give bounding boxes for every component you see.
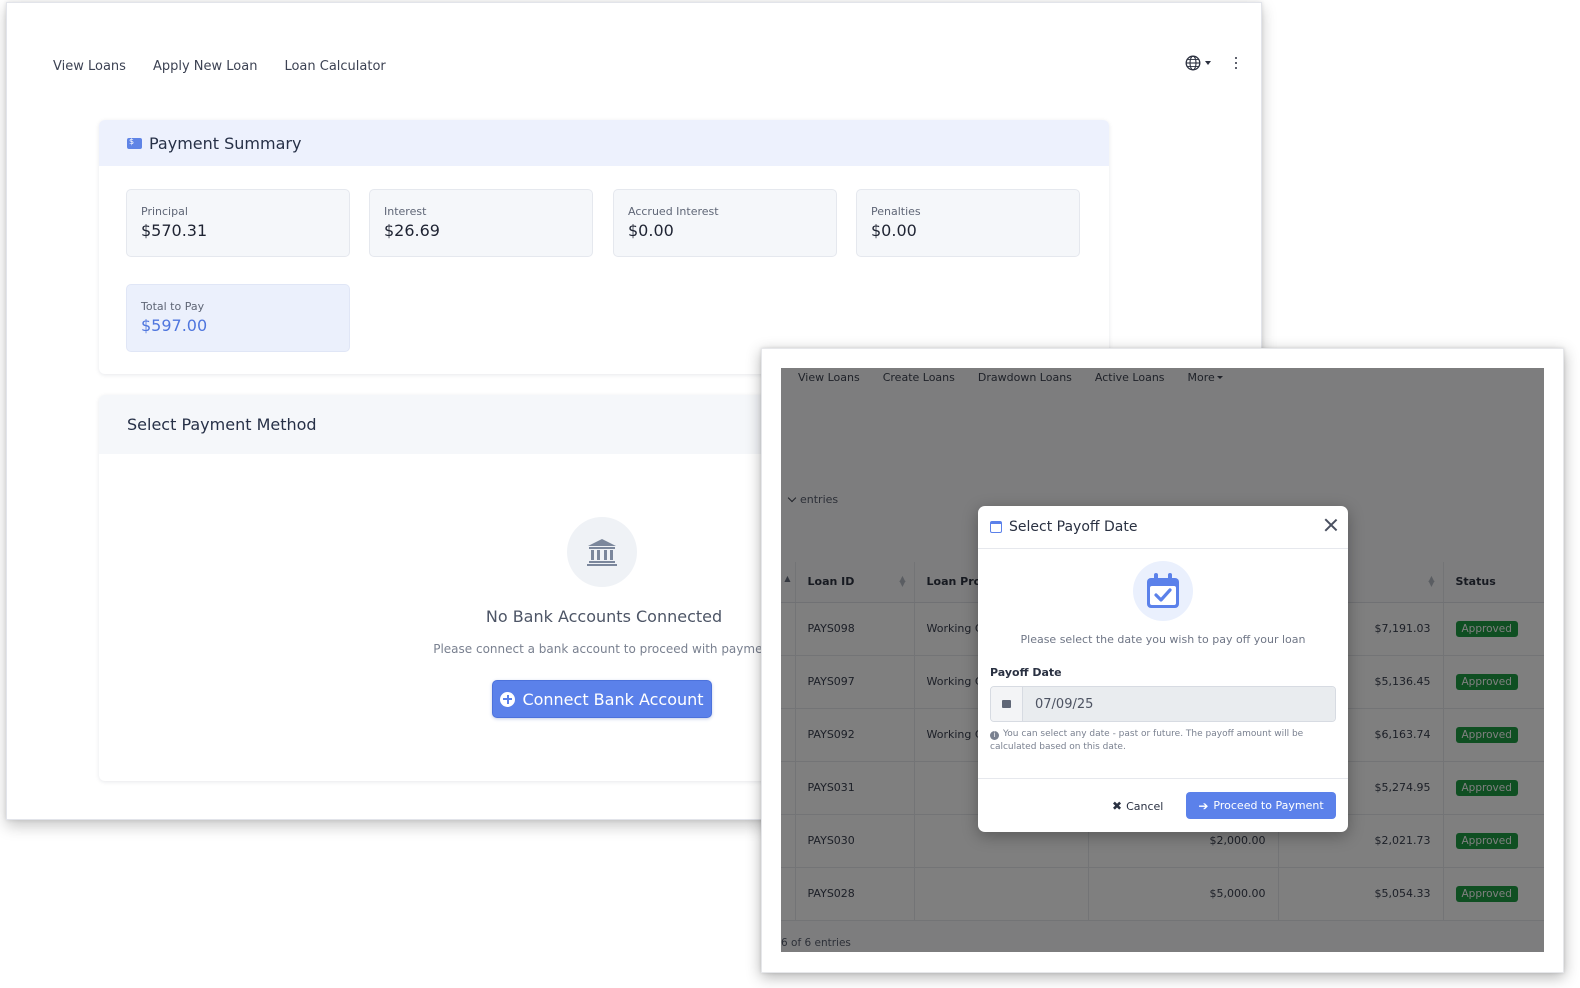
kebab-menu-icon[interactable] (1235, 57, 1237, 69)
modal-footer: ✖ Cancel ➔ Proceed to Payment (978, 778, 1348, 832)
close-icon[interactable] (1324, 518, 1338, 532)
payment-summary-title: Payment Summary (149, 133, 302, 153)
info-icon: i (990, 731, 999, 740)
principal-label: Principal (141, 205, 188, 218)
payment-summary-card: Payment Summary Principal $570.31 Intere… (99, 120, 1109, 374)
accrued-interest-box: Accrued Interest $0.00 (613, 189, 837, 257)
nav-loan-calculator[interactable]: Loan Calculator (284, 59, 385, 74)
calendar-check-icon (1147, 573, 1179, 608)
payoff-date-input[interactable] (1023, 687, 1335, 721)
payoff-date-label: Payoff Date (990, 666, 1062, 679)
calendar-icon (990, 521, 1002, 533)
language-selector[interactable] (1185, 55, 1211, 71)
accrued-interest-label: Accrued Interest (628, 205, 719, 218)
payoff-date-group (990, 686, 1336, 722)
penalties-box: Penalties $0.00 (856, 189, 1080, 257)
bank-icon-circle (567, 517, 637, 587)
penalties-value: $0.00 (871, 221, 917, 240)
proceed-to-payment-button[interactable]: ➔ Proceed to Payment (1186, 792, 1336, 819)
total-to-pay-label: Total to Pay (141, 300, 205, 313)
globe-icon (1185, 55, 1201, 71)
penalties-label: Penalties (871, 205, 921, 218)
money-bill-icon (127, 137, 142, 149)
loans-list-window: View Loans Create Loans Drawdown Loans A… (761, 348, 1564, 973)
principal-value: $570.31 (141, 221, 208, 240)
accrued-interest-value: $0.00 (628, 221, 674, 240)
calendar-check-icon-circle (1133, 561, 1193, 621)
connect-bank-account-button[interactable]: Connect Bank Account (492, 680, 712, 718)
interest-label: Interest (384, 205, 427, 218)
nav-view-loans[interactable]: View Loans (53, 59, 126, 74)
cancel-label: Cancel (1126, 799, 1164, 813)
nav-apply-new-loan[interactable]: Apply New Loan (153, 59, 258, 74)
connect-bank-account-label: Connect Bank Account (522, 689, 704, 709)
chevron-down-icon (1205, 61, 1211, 65)
total-to-pay-value: $597.00 (141, 316, 208, 335)
payoff-date-modal: Select Payoff Date Please select the dat… (978, 506, 1348, 832)
payoff-date-note: i You can select any date - past or futur… (990, 729, 1304, 752)
main-nav: View Loans Apply New Loan Loan Calculato… (53, 59, 386, 74)
plus-circle-icon (500, 691, 516, 707)
arrow-right-icon: ➔ (1198, 798, 1209, 813)
cancel-button[interactable]: ✖ Cancel (1112, 799, 1163, 813)
calendar-icon[interactable] (991, 687, 1023, 721)
principal-box: Principal $570.31 (126, 189, 350, 257)
interest-box: Interest $26.69 (369, 189, 593, 257)
modal-header: Select Payoff Date (978, 506, 1348, 549)
modal-hint: Please select the date you wish to pay o… (1020, 633, 1306, 646)
close-icon: ✖ (1112, 799, 1123, 813)
payment-summary-header: Payment Summary (99, 120, 1109, 166)
total-to-pay-box: Total to Pay $597.00 (126, 284, 350, 352)
interest-value: $26.69 (384, 221, 440, 240)
loans-app: View Loans Create Loans Drawdown Loans A… (781, 368, 1544, 952)
bank-icon (587, 539, 617, 566)
proceed-label: Proceed to Payment (1213, 799, 1324, 812)
modal-title: Select Payoff Date (1009, 519, 1138, 535)
